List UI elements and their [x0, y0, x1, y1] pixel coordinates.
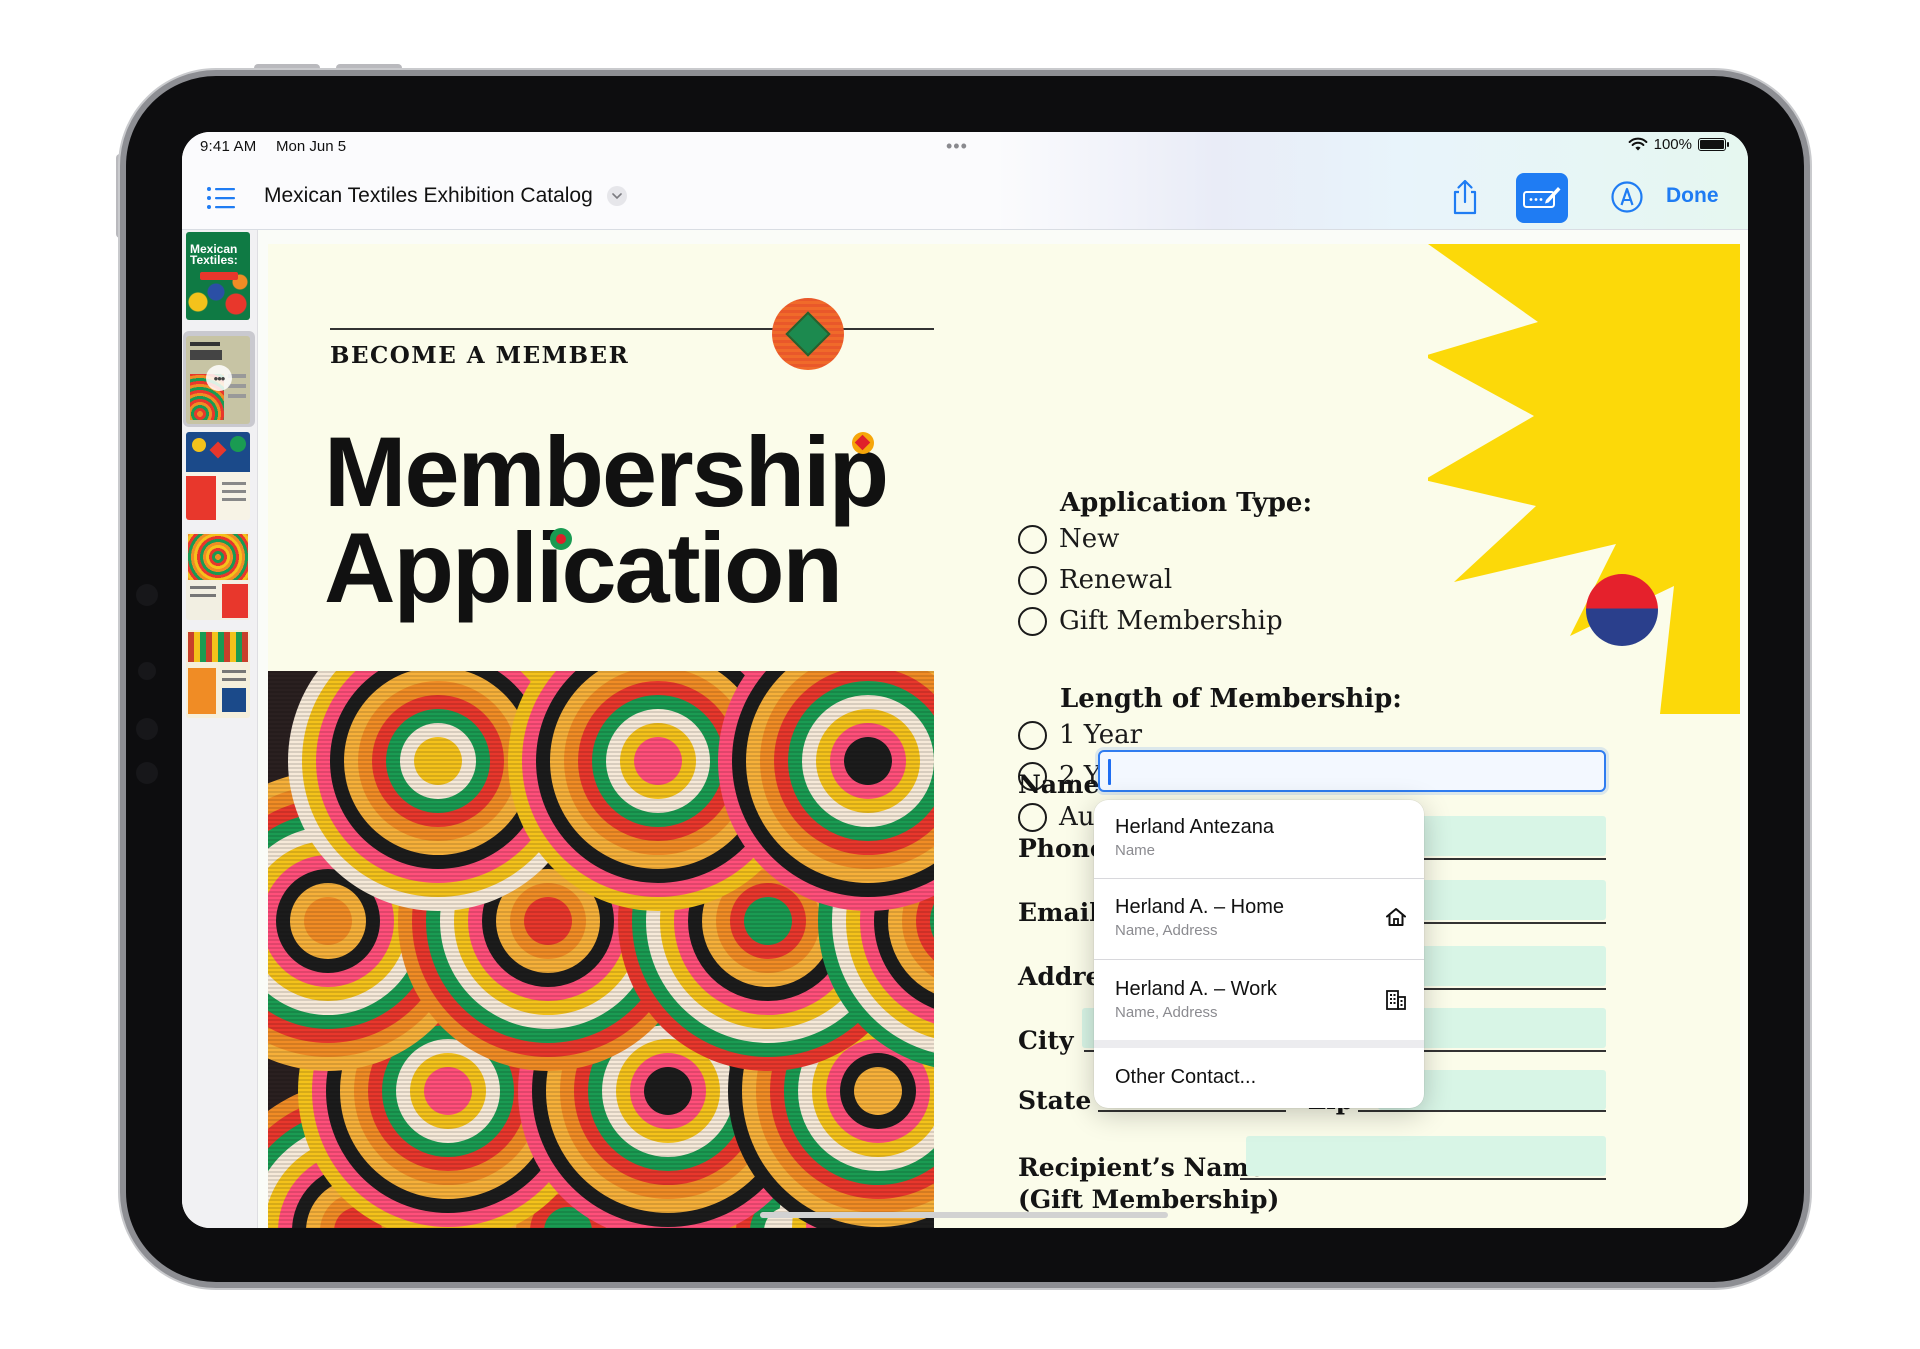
thumbnail-cover-text: Mexican Textiles: — [190, 242, 238, 267]
radio-circle[interactable] — [1018, 524, 1047, 554]
status-time: 9:41 AM — [200, 138, 257, 155]
navigation-bar: 9:41 AM Mon Jun 5 ••• 100% Mexican Texti… — [182, 132, 1748, 230]
kicker-rule-right — [840, 328, 934, 330]
recipient-underline — [1240, 1178, 1606, 1180]
weave-texture — [268, 671, 934, 1228]
chevron-down-icon — [606, 186, 627, 206]
title-ornament — [550, 528, 572, 550]
woven-circle-ornament — [1586, 574, 1658, 646]
radio-circle[interactable] — [1018, 802, 1047, 832]
radio-renewal[interactable]: Renewal — [1018, 565, 1172, 595]
form-fill-icon — [1523, 187, 1561, 208]
name-label: Name — [1018, 770, 1100, 799]
radio-1-year[interactable]: 1 Year — [1018, 720, 1142, 750]
other-contact-item[interactable]: Other Contact... — [1094, 1048, 1424, 1108]
side-sensor — [136, 584, 158, 606]
radio-circle[interactable] — [1018, 565, 1047, 595]
screen: 9:41 AM Mon Jun 5 ••• 100% Mexican Texti… — [182, 132, 1748, 1228]
page-thumbnails-sidebar: Mexican Textiles: ••• — [182, 230, 258, 1228]
autofill-popover: Herland Antezana Name Herland A. – Home … — [1094, 800, 1424, 1108]
autofill-item-work[interactable]: Herland A. – Work Name, Address — [1094, 960, 1424, 1040]
radio-circle[interactable] — [1018, 720, 1047, 750]
title-ornament — [852, 432, 874, 454]
home-indicator — [760, 1212, 1168, 1218]
autofill-item[interactable]: Herland Antezana Name — [1094, 800, 1424, 878]
length-heading: Length of Membership: — [1060, 684, 1402, 714]
multitasking-dots[interactable]: ••• — [946, 136, 968, 157]
page-thumbnail-1[interactable]: Mexican Textiles: — [186, 232, 250, 320]
page-thumbnail-5[interactable] — [186, 630, 250, 718]
page-title: Membership Application — [324, 416, 889, 623]
radio-new[interactable]: New — [1018, 524, 1119, 554]
state-underline — [1098, 1110, 1286, 1112]
status-right: 100% — [1628, 136, 1729, 153]
recipient-label: Recipient’s Name (Gift Membership) — [1018, 1153, 1280, 1214]
done-button[interactable]: Done — [1666, 184, 1719, 208]
radio-circle[interactable] — [1018, 606, 1047, 636]
city-label: City — [1018, 1026, 1074, 1055]
name-input[interactable] — [1098, 750, 1606, 792]
document-title-menu[interactable]: Mexican Textiles Exhibition Catalog — [264, 184, 627, 208]
thumbnail-more-button[interactable]: ••• — [206, 365, 232, 391]
email-label: Email — [1018, 898, 1099, 927]
side-sensor — [136, 762, 158, 784]
state-label: State — [1018, 1086, 1092, 1115]
wifi-icon — [1628, 137, 1648, 151]
battery-icon — [1698, 138, 1729, 151]
front-camera — [138, 662, 156, 680]
kicker-text: BECOME A MEMBER — [330, 342, 630, 369]
application-type-heading: Application Type: — [1060, 488, 1313, 518]
document-title: Mexican Textiles Exhibition Catalog — [264, 184, 593, 207]
text-caret — [1108, 759, 1111, 785]
kicker-rule-left — [330, 328, 774, 330]
document-page: BECOME A MEMBER Membership Application A… — [268, 244, 1740, 1228]
autofill-item-home[interactable]: Herland A. – Home Name, Address — [1094, 879, 1424, 959]
radio-gift-membership[interactable]: Gift Membership — [1018, 606, 1283, 636]
page-thumbnail-3[interactable] — [186, 432, 250, 520]
textile-artwork — [268, 671, 934, 1228]
house-icon — [1386, 908, 1406, 926]
phone-label: Phone — [1018, 834, 1106, 863]
markup-pen-icon[interactable] — [1610, 180, 1644, 214]
share-icon[interactable] — [1448, 178, 1482, 216]
side-sensor — [136, 718, 158, 740]
textile-medallion — [772, 298, 844, 370]
zip-underline — [1358, 1110, 1606, 1112]
building-icon — [1386, 990, 1406, 1010]
form-fill-button[interactable] — [1516, 173, 1568, 223]
status-date: Mon Jun 5 — [276, 138, 347, 155]
recipient-field[interactable] — [1246, 1136, 1606, 1176]
list-icon[interactable] — [206, 186, 236, 210]
sunburst-graphic — [1428, 244, 1740, 714]
page-thumbnail-4[interactable] — [186, 532, 250, 620]
battery-percent: 100% — [1653, 136, 1692, 153]
section-gap — [1094, 1040, 1424, 1048]
